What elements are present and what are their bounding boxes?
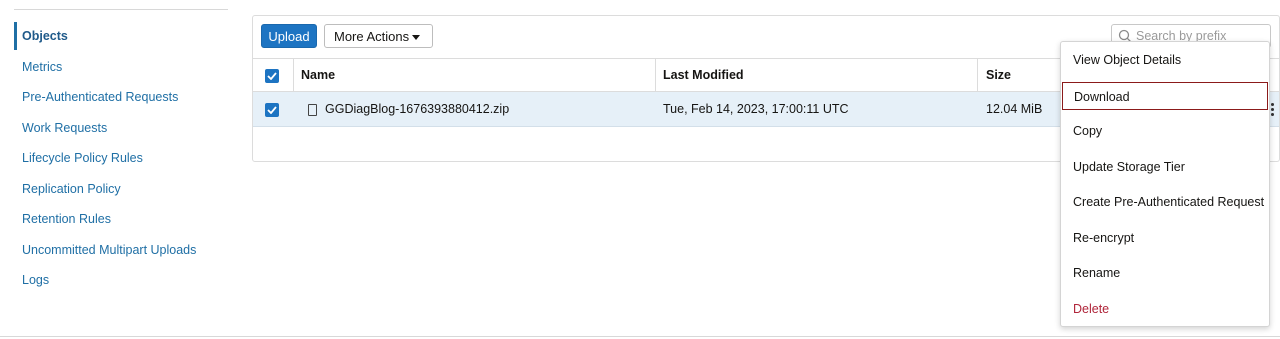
column-header-name[interactable]: Name [301,59,335,92]
menu-item-download[interactable]: Download [1062,82,1268,110]
menu-item-copy[interactable]: Copy [1061,117,1269,145]
more-actions-button[interactable]: More Actions [324,24,433,48]
sidebar-item-uncommitted-multipart-uploads[interactable]: Uncommitted Multipart Uploads [14,236,196,264]
caret-down-icon [412,35,420,40]
sidebar-item-objects[interactable]: Objects [14,22,68,50]
sidebar-item-lifecycle-policy-rules[interactable]: Lifecycle Policy Rules [14,144,143,172]
sidebar-nav: Objects Metrics Pre-Authenticated Reques… [14,0,228,300]
sidebar-item-logs[interactable]: Logs [14,266,49,294]
menu-item-re-encrypt[interactable]: Re-encrypt [1061,224,1269,252]
row-checkbox[interactable] [265,103,279,117]
sidebar-item-replication-policy[interactable]: Replication Policy [14,175,121,203]
checkmark-icon [267,106,277,114]
object-name[interactable]: GGDiagBlog-1676393880412.zip [325,92,509,126]
file-icon [308,104,317,116]
select-all-checkbox[interactable] [265,69,279,83]
object-last-modified: Tue, Feb 14, 2023, 17:00:11 UTC [663,102,849,116]
checkmark-icon [267,72,277,80]
sidebar-item-metrics[interactable]: Metrics [14,53,62,81]
sidebar-item-pre-authenticated-requests[interactable]: Pre-Authenticated Requests [14,83,178,111]
menu-item-rename[interactable]: Rename [1061,259,1269,287]
column-divider [977,59,978,92]
sidebar-item-work-requests[interactable]: Work Requests [14,114,107,142]
kebab-menu-icon[interactable] [1271,103,1275,118]
column-header-size[interactable]: Size [986,59,1011,92]
object-size: 12.04 MiB [986,102,1043,116]
column-header-last-modified[interactable]: Last Modified [663,59,744,92]
menu-item-update-storage-tier[interactable]: Update Storage Tier [1061,153,1269,181]
sidebar-divider [14,9,228,10]
upload-button[interactable]: Upload [261,24,317,48]
more-actions-label: More Actions [334,29,410,44]
column-divider [655,59,656,92]
menu-item-delete[interactable]: Delete [1061,295,1269,323]
menu-item-create-pre-authenticated-request[interactable]: Create Pre-Authenticated Request [1061,188,1269,216]
menu-item-view-object-details[interactable]: View Object Details [1061,46,1269,74]
sidebar-item-retention-rules[interactable]: Retention Rules [14,205,111,233]
object-actions-menu: View Object Details Download Copy Update… [1060,41,1270,327]
column-divider [293,59,294,92]
page-divider [0,336,1280,337]
